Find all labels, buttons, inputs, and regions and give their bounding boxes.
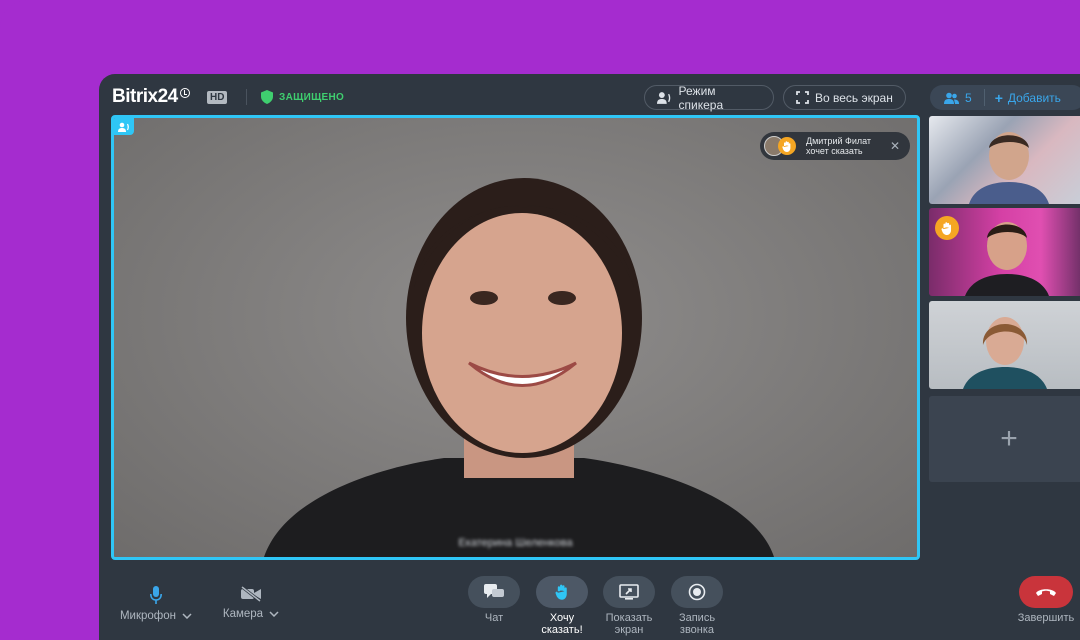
camera-label: Камера bbox=[222, 608, 264, 620]
chat-label: Чат bbox=[484, 612, 504, 624]
raised-hand-icon bbox=[935, 216, 959, 240]
plus-icon: + bbox=[994, 89, 1003, 106]
participants-button[interactable]: 5 bbox=[930, 89, 985, 106]
secure-label: ЗАЩИЩЕНО bbox=[279, 91, 345, 103]
speaker-name: Екатерина Шеленкова bbox=[458, 537, 573, 549]
microphone-icon bbox=[150, 586, 162, 604]
participant-thumbnail[interactable] bbox=[929, 116, 1080, 204]
call-toolbar: Микрофон Камера Чат Хочу сказать! Показа… bbox=[99, 564, 1080, 640]
record-button[interactable]: Запись звонка bbox=[671, 576, 723, 636]
main-video[interactable]: Дмитрий Филат хочет сказать ✕ Екатерина … bbox=[111, 115, 920, 560]
raise-hand-icon bbox=[536, 576, 588, 608]
participant-thumbnail[interactable] bbox=[929, 208, 1080, 296]
add-participant-button[interactable]: + Добавить bbox=[985, 90, 1061, 106]
speaker-mode-button[interactable]: Режим спикера bbox=[644, 83, 774, 112]
participant-video bbox=[963, 317, 1047, 389]
participants-count: 5 bbox=[965, 90, 972, 105]
record-label-1: Запись bbox=[678, 612, 716, 624]
hd-badge: HD bbox=[207, 91, 228, 104]
plus-icon: + bbox=[1000, 422, 1018, 455]
chevron-down-icon[interactable] bbox=[182, 613, 192, 619]
speaker-mode-label: Режим спикера bbox=[678, 83, 724, 112]
close-icon[interactable]: ✕ bbox=[890, 139, 900, 153]
microphone-control[interactable]: Микрофон bbox=[116, 586, 196, 622]
end-call-button[interactable]: Завершить bbox=[1011, 576, 1080, 624]
chat-icon bbox=[468, 576, 520, 608]
video-call-window: Bitrix24 HD ЗАЩИЩЕНО Режим спикера Во ве… bbox=[99, 74, 1080, 640]
header: Bitrix24 HD ЗАЩИЩЕНО Режим спикера Во ве… bbox=[99, 74, 1080, 118]
participants-group: 5 + Добавить bbox=[930, 85, 1080, 110]
speaker-mode-icon bbox=[657, 91, 671, 104]
participant-video bbox=[969, 132, 1049, 204]
logo: Bitrix24 bbox=[112, 86, 190, 108]
camera-off-icon bbox=[241, 586, 261, 602]
camera-control[interactable]: Камера bbox=[218, 586, 284, 620]
secure-indicator: ЗАЩИЩЕНО bbox=[261, 90, 344, 104]
fullscreen-button[interactable]: Во весь экран bbox=[783, 85, 906, 110]
share-screen-icon bbox=[603, 576, 655, 608]
clock-icon bbox=[179, 88, 190, 98]
record-label-2: звонка bbox=[679, 624, 715, 636]
divider bbox=[246, 89, 247, 105]
users-icon bbox=[944, 92, 959, 104]
add-label: Добавить bbox=[1007, 90, 1061, 105]
record-icon bbox=[671, 576, 723, 608]
fullscreen-label: Во весь экран bbox=[815, 90, 893, 105]
fullscreen-icon bbox=[796, 91, 809, 104]
share-screen-button[interactable]: Показать экран bbox=[603, 576, 655, 636]
share-screen-label-1: Показать bbox=[605, 612, 653, 624]
share-screen-label-2: экран bbox=[614, 624, 644, 636]
notification-text: Дмитрий Филат хочет сказать bbox=[806, 136, 886, 156]
shield-icon bbox=[261, 90, 273, 104]
add-participant-tile[interactable]: + bbox=[929, 396, 1080, 482]
hang-up-icon bbox=[1019, 576, 1073, 608]
end-call-label: Завершить bbox=[1017, 612, 1075, 624]
speaker-video bbox=[264, 178, 774, 557]
microphone-label: Микрофон bbox=[119, 610, 177, 622]
chevron-down-icon[interactable] bbox=[269, 611, 279, 617]
raised-hand-icon bbox=[778, 137, 796, 155]
logo-text: Bitrix24 bbox=[112, 86, 178, 107]
raise-hand-notification: Дмитрий Филат хочет сказать ✕ bbox=[760, 132, 910, 160]
notification-message: хочет сказать bbox=[806, 146, 863, 156]
notification-name: Дмитрий Филат bbox=[806, 136, 872, 146]
speaker-badge-icon bbox=[114, 118, 134, 135]
chat-button[interactable]: Чат bbox=[468, 576, 520, 624]
raise-hand-label-2: сказать! bbox=[541, 624, 583, 636]
raise-hand-label-1: Хочу bbox=[549, 612, 575, 624]
raise-hand-button[interactable]: Хочу сказать! bbox=[536, 576, 588, 636]
participant-thumbnail[interactable] bbox=[929, 301, 1080, 389]
